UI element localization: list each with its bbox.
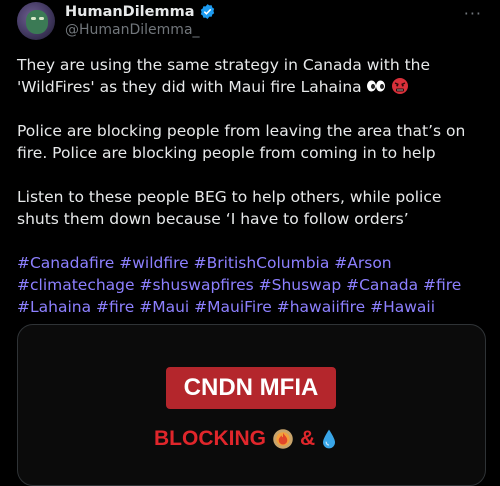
author-handle[interactable]: @HumanDilemma_ [65, 22, 200, 38]
tweet-paragraph: They are using the same strategy in Cana… [17, 54, 487, 98]
angry-face-emoji-icon [391, 78, 408, 94]
droplet-emoji-icon [323, 429, 336, 449]
avatar-eye [39, 17, 44, 20]
avatar-face [26, 10, 48, 34]
fire-emoji-icon [273, 429, 293, 449]
media-preview[interactable]: CNDN MFIA BLOCKING & [17, 324, 486, 486]
more-options-icon[interactable]: ··· [464, 4, 482, 23]
media-caption-text: BLOCKING [154, 427, 266, 450]
hashtag-list[interactable]: #Canadafire #wildfire #BritishColumbia #… [17, 252, 487, 318]
author-row: HumanDilemma [65, 3, 216, 20]
tweet: HumanDilemma @HumanDilemma_ ··· They are… [0, 0, 500, 486]
tweet-paragraph: Listen to these people BEG to help other… [17, 188, 447, 228]
avatar-eye [31, 17, 36, 20]
media-caption-amp: & [300, 427, 316, 450]
tweet-text: They are using the same strategy in Cana… [17, 54, 487, 318]
avatar[interactable] [17, 2, 55, 40]
media-caption: BLOCKING & [154, 425, 337, 453]
media-banner: CNDN MFIA [166, 367, 336, 409]
author-name[interactable]: HumanDilemma [65, 4, 195, 20]
eyes-emoji-icon [366, 80, 385, 92]
verified-badge-icon [200, 4, 214, 19]
tweet-paragraph: Police are blocking people from leaving … [17, 122, 471, 162]
